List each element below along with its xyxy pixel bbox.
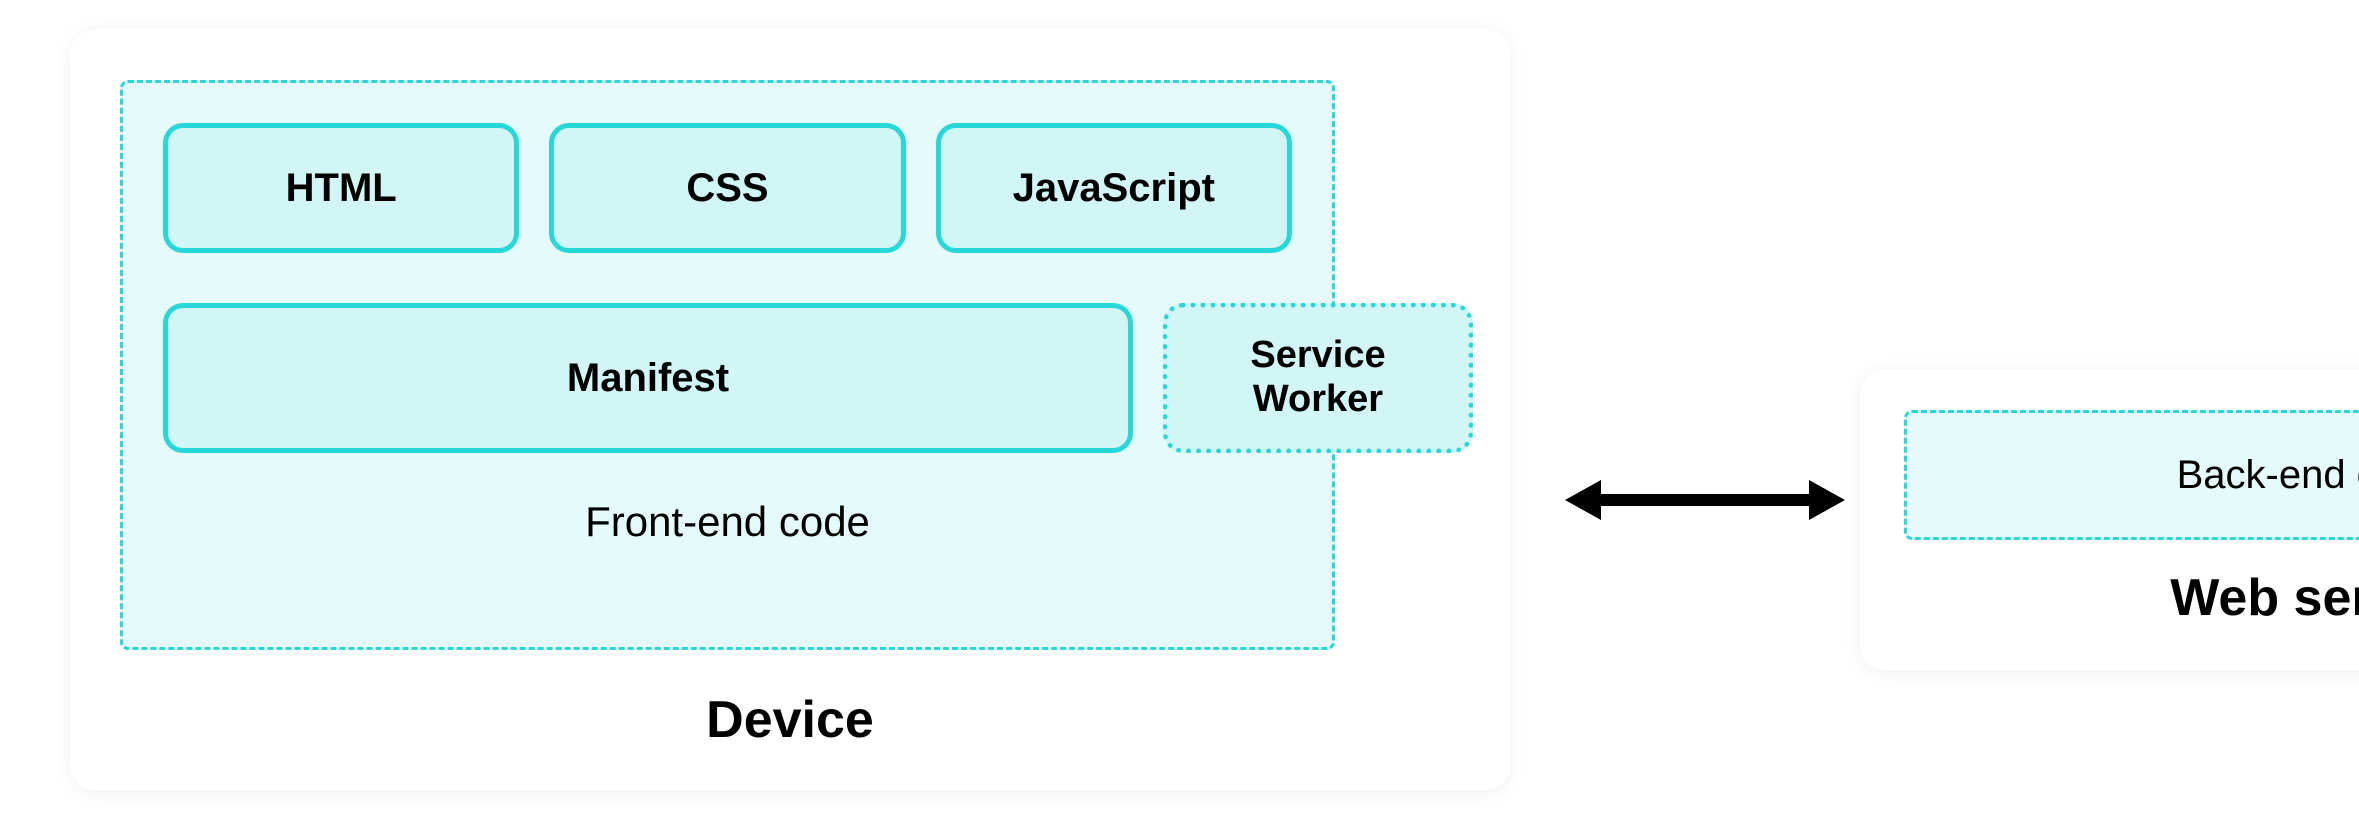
js-box: JavaScript	[936, 123, 1292, 253]
js-label: JavaScript	[1013, 166, 1215, 211]
backend-code-box: Back-end code	[1904, 410, 2359, 540]
frontend-code-label: Front-end code	[163, 498, 1292, 546]
device-card: HTML CSS JavaScript Manifest Service Wor…	[70, 30, 1510, 790]
css-box: CSS	[549, 123, 905, 253]
frontend-code-container: HTML CSS JavaScript Manifest Service Wor…	[120, 80, 1335, 650]
web-server-title: Web server	[1904, 568, 2359, 628]
web-server-card: Back-end code Web server	[1860, 370, 2359, 670]
html-label: HTML	[286, 166, 397, 211]
service-worker-box: Service Worker	[1163, 303, 1473, 453]
html-box: HTML	[163, 123, 519, 253]
manifest-label: Manifest	[567, 356, 729, 401]
backend-code-label: Back-end code	[2177, 453, 2359, 498]
css-label: CSS	[686, 166, 768, 211]
service-worker-label: Service Worker	[1250, 334, 1385, 421]
tech-row: HTML CSS JavaScript	[163, 123, 1292, 253]
bidirectional-arrow-icon	[1565, 470, 1845, 530]
device-title: Device	[120, 690, 1460, 750]
manifest-box: Manifest	[163, 303, 1133, 453]
